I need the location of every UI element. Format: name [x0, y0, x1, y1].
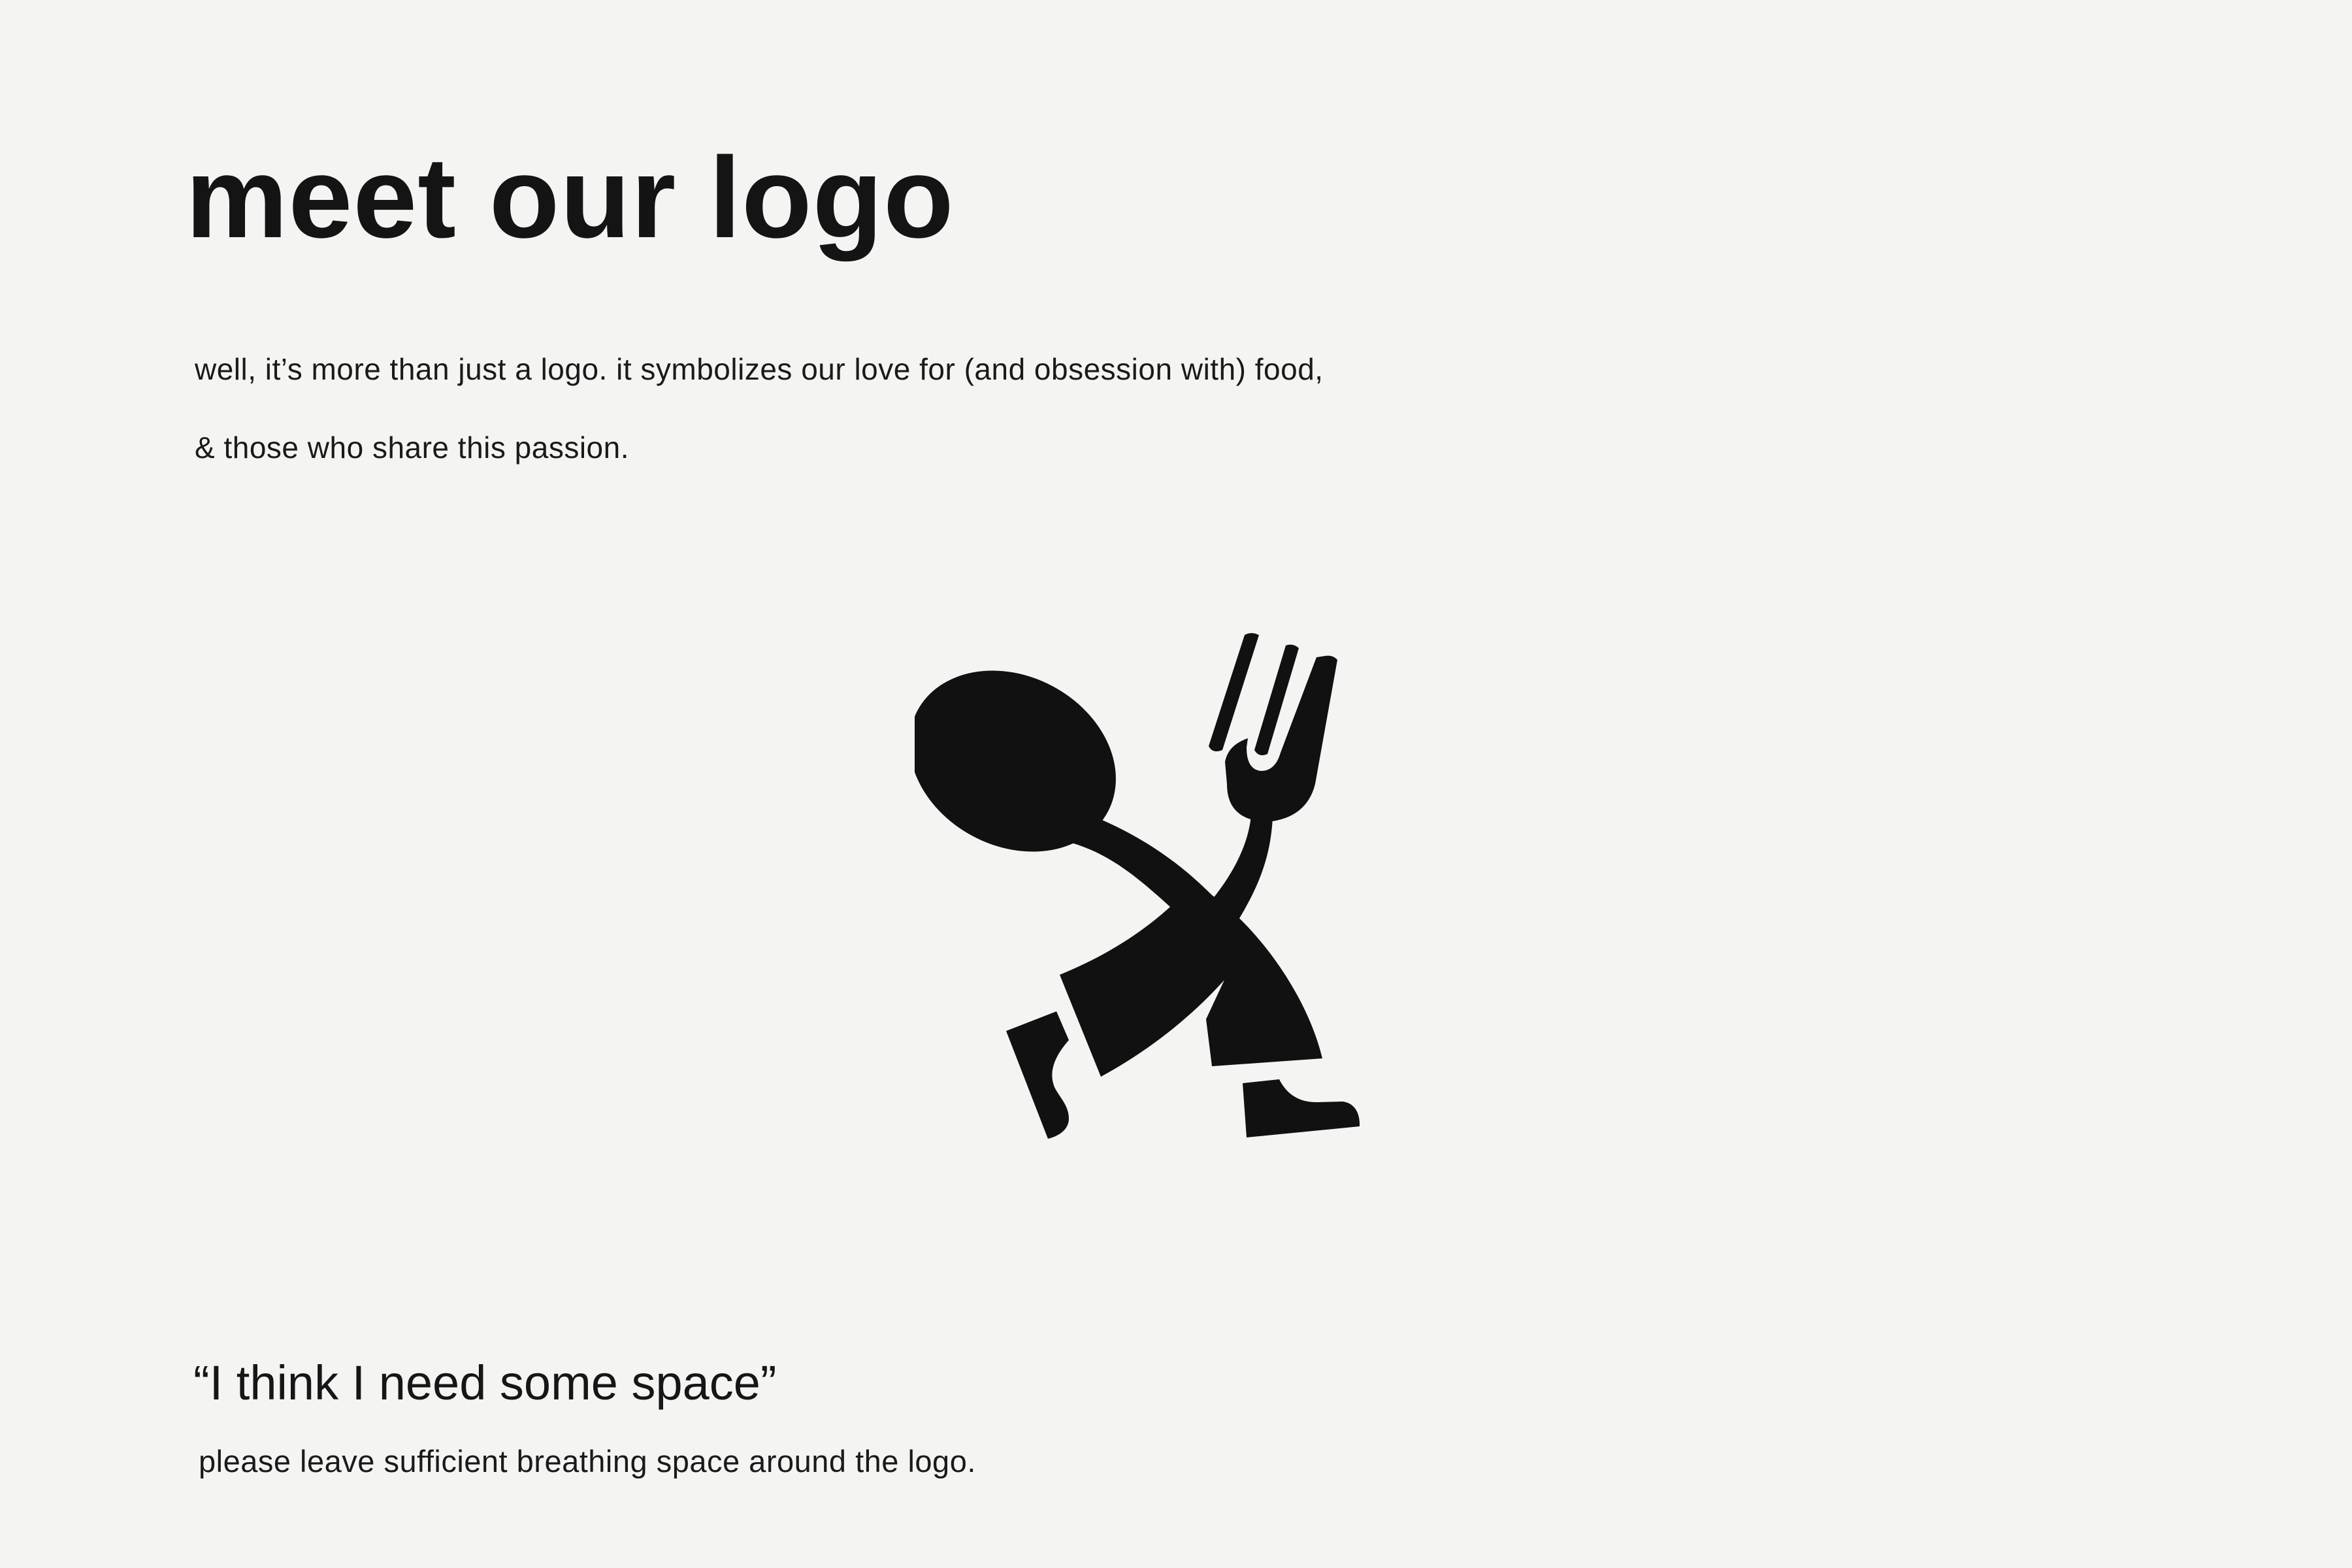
intro-line-2: & those who share this passion. — [195, 431, 629, 465]
clearspace-note: please leave sufficient breathing space … — [199, 1444, 976, 1478]
intro-line-1: well, it’s more than just a logo. it sym… — [195, 352, 1324, 386]
logo-graphic — [915, 633, 1360, 1139]
back-foot — [1006, 1011, 1069, 1139]
intro-text: well, it’s more than just a logo. it sym… — [195, 330, 1324, 487]
front-foot — [1243, 1079, 1360, 1137]
fork-tine-1 — [1209, 633, 1259, 751]
logo-body — [1060, 889, 1322, 1077]
quote-heading: “I think I need some space” — [193, 1356, 777, 1410]
walking-spoon-fork-logo-icon — [915, 614, 1398, 1163]
page-title: meet our logo — [186, 134, 955, 262]
